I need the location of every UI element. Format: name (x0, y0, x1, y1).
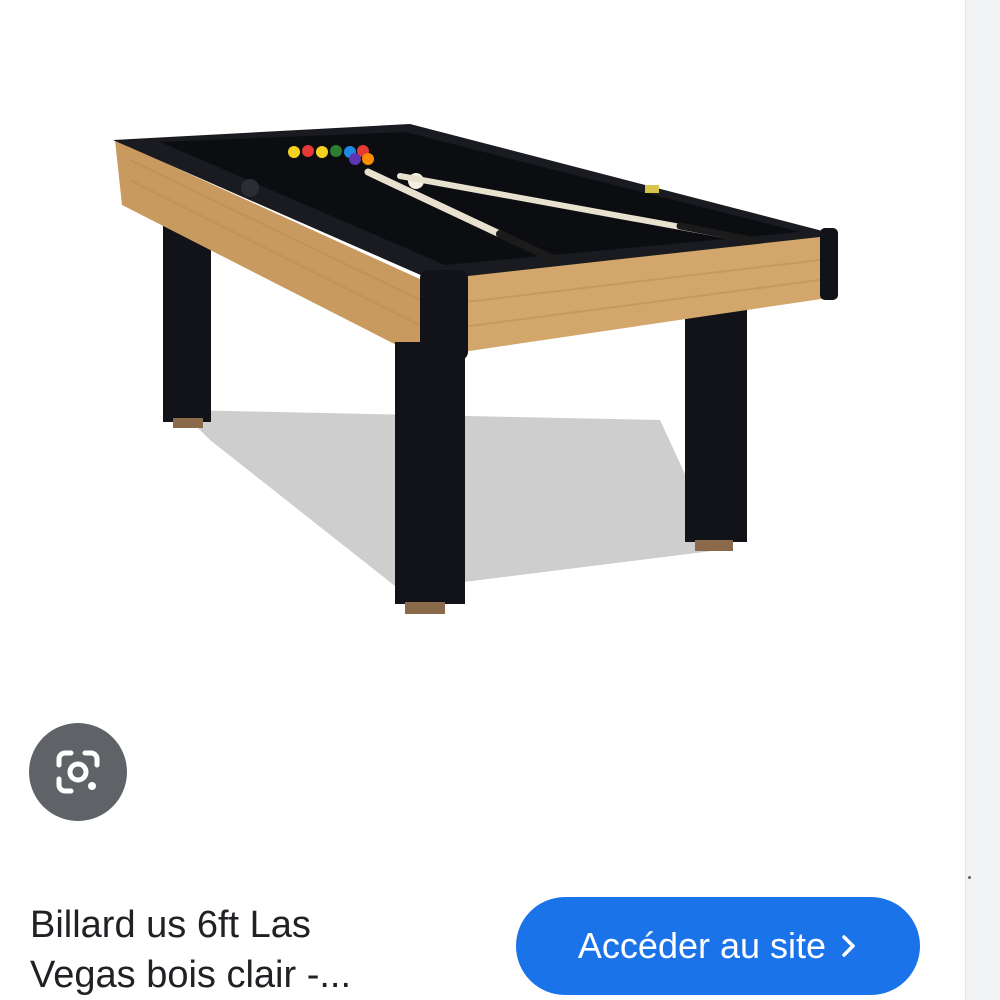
google-lens-icon (56, 750, 100, 794)
chevron-right-icon (840, 933, 858, 959)
google-lens-button[interactable] (29, 723, 127, 821)
product-image[interactable] (100, 110, 860, 640)
table-leg-front-left (395, 342, 465, 604)
table-leg-back-right (685, 310, 747, 542)
result-title[interactable]: Billard us 6ft Las Vegas bois clair -... (30, 900, 490, 1000)
visit-site-label: Accéder au site (577, 925, 827, 966)
visit-site-button[interactable]: Accéder au site (516, 897, 920, 995)
side-panel-edge (965, 0, 1000, 1000)
image-viewer: Billard us 6ft Las Vegas bois clair -...… (0, 0, 965, 1000)
divider-dot (968, 876, 971, 879)
